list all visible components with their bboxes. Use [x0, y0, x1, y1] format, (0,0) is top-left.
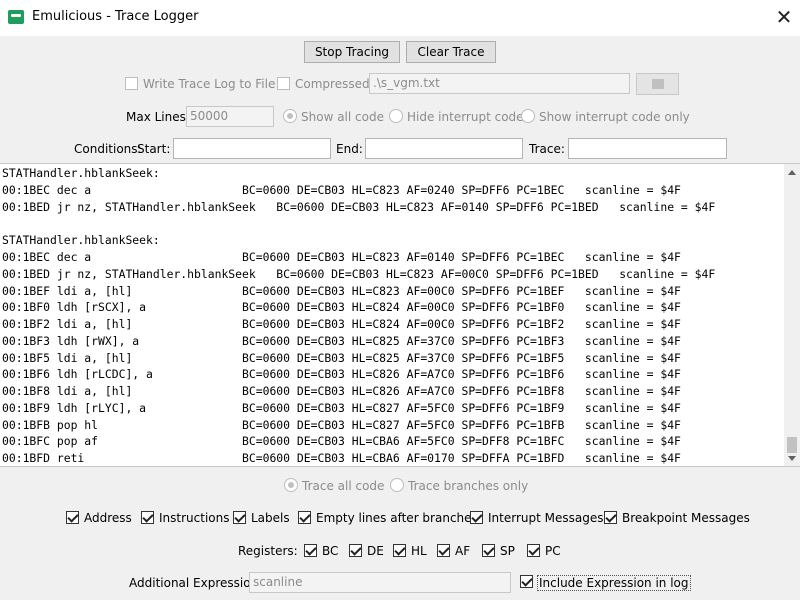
registers-label: Registers:	[238, 544, 298, 558]
browse-button[interactable]	[636, 73, 679, 95]
instructions-label: Instructions	[159, 511, 230, 525]
stop-tracing-button[interactable]: Stop Tracing	[304, 41, 400, 63]
window-title: Emulicious - Trace Logger	[32, 9, 199, 24]
log-line: 00:1BF6 ldh [rLCDC], a BC=0600 DE=CB03 H…	[2, 367, 681, 381]
register-af-checkbox[interactable]	[437, 544, 450, 557]
start-label: Start:	[137, 142, 171, 156]
register-sp-label: SP	[500, 544, 515, 558]
hide-interrupt-code-radio[interactable]	[389, 109, 403, 123]
register-af-label: AF	[455, 544, 471, 558]
show-interrupt-only-label: Show interrupt code only	[539, 110, 690, 124]
register-pc-label: PC	[545, 544, 561, 558]
address-checkbox[interactable]	[66, 511, 79, 524]
instructions-checkbox[interactable]	[141, 511, 154, 524]
log-line: 00:1BFB pop hl BC=0600 DE=CB03 HL=C827 A…	[2, 418, 681, 432]
log-line: 00:1BEF ldi a, [hl] BC=0600 DE=CB03 HL=C…	[2, 284, 681, 298]
trace-label: Trace:	[529, 142, 565, 156]
trace-all-code-label: Trace all code	[302, 479, 385, 493]
scroll-down-arrow-icon[interactable]	[788, 456, 796, 461]
end-condition-input[interactable]	[365, 138, 523, 159]
log-line: 00:1BF2 ldi a, [hl] BC=0600 DE=CB03 HL=C…	[2, 317, 681, 331]
include-expression-label: Include Expression in log	[537, 575, 691, 591]
scrollbar-thumb[interactable]	[787, 437, 797, 453]
register-hl-checkbox[interactable]	[393, 544, 406, 557]
clear-trace-button[interactable]: Clear Trace	[406, 41, 496, 63]
log-file-path-input[interactable]: .\s_vgm.txt	[369, 73, 630, 94]
max-lines-input[interactable]: 50000	[186, 106, 274, 127]
close-button[interactable]: ✕	[770, 5, 798, 31]
write-trace-log-label: Write Trace Log to File	[143, 77, 276, 91]
compressed-checkbox[interactable]	[277, 77, 290, 90]
folder-icon	[652, 79, 664, 89]
write-trace-log-checkbox[interactable]	[125, 77, 138, 90]
empty-lines-checkbox[interactable]	[298, 511, 311, 524]
end-label: End:	[336, 142, 363, 156]
trace-branches-only-radio[interactable]	[390, 478, 404, 492]
trace-branches-only-label: Trace branches only	[408, 479, 529, 493]
log-line: 00:1BEC dec a BC=0600 DE=CB03 HL=C823 AF…	[2, 183, 681, 197]
labels-label: Labels	[251, 511, 290, 525]
start-condition-input[interactable]	[173, 138, 331, 159]
log-line: 00:1BF9 ldh [rLYC], a BC=0600 DE=CB03 HL…	[2, 401, 681, 415]
log-line: STATHandler.hblankSeek:	[2, 166, 160, 180]
vertical-scrollbar[interactable]	[784, 164, 800, 466]
show-all-code-radio[interactable]	[283, 109, 297, 123]
show-all-code-label: Show all code	[301, 110, 384, 124]
register-sp-checkbox[interactable]	[482, 544, 495, 557]
register-bc-checkbox[interactable]	[304, 544, 317, 557]
log-line: 00:1BF5 ldi a, [hl] BC=0600 DE=CB03 HL=C…	[2, 351, 681, 365]
hide-interrupt-code-label: Hide interrupt code	[407, 110, 524, 124]
scroll-up-arrow-icon[interactable]	[788, 170, 796, 175]
trace-log-area[interactable]: STATHandler.hblankSeek: 00:1BEC dec a BC…	[0, 163, 800, 467]
register-hl-label: HL	[411, 544, 427, 558]
register-pc-checkbox[interactable]	[527, 544, 540, 557]
log-line: 00:1BED jr nz, STATHandler.hblankSeek BC…	[2, 267, 716, 281]
title-bar: Emulicious - Trace Logger ✕	[0, 0, 800, 36]
interrupt-messages-label: Interrupt Messages	[488, 511, 604, 525]
show-interrupt-only-radio[interactable]	[521, 109, 535, 123]
log-line: 00:1BEC dec a BC=0600 DE=CB03 HL=C823 AF…	[2, 250, 681, 264]
log-line: 00:1BFC pop af BC=0600 DE=CB03 HL=CBA6 A…	[2, 434, 681, 448]
log-line: STATHandler.hblankSeek:	[2, 233, 160, 247]
address-label: Address	[84, 511, 132, 525]
conditions-label: Conditions:	[74, 142, 142, 156]
compressed-label: Compressed	[295, 77, 370, 91]
register-bc-label: BC	[322, 544, 339, 558]
log-line: 00:1BF3 ldh [rWX], a BC=0600 DE=CB03 HL=…	[2, 334, 681, 348]
register-de-checkbox[interactable]	[349, 544, 362, 557]
log-line: 00:1BED jr nz, STATHandler.hblankSeek BC…	[2, 200, 716, 214]
max-lines-label: Max Lines:	[126, 110, 190, 124]
trace-condition-input[interactable]	[568, 138, 727, 159]
trace-all-code-radio[interactable]	[284, 478, 298, 492]
breakpoint-messages-checkbox[interactable]	[604, 511, 617, 524]
interrupt-messages-checkbox[interactable]	[470, 511, 483, 524]
register-de-label: DE	[367, 544, 384, 558]
app-icon	[8, 10, 24, 24]
empty-lines-label: Empty lines after branches	[316, 511, 478, 525]
log-line: 00:1BFD reti BC=0600 DE=CB03 HL=CBA6 AF=…	[2, 451, 681, 465]
log-line: 00:1BF8 ldi a, [hl] BC=0600 DE=CB03 HL=C…	[2, 384, 681, 398]
breakpoint-messages-label: Breakpoint Messages	[622, 511, 750, 525]
additional-expression-label: Additional Expression:	[129, 576, 263, 590]
log-line: 00:1BF0 ldh [rSCX], a BC=0600 DE=CB03 HL…	[2, 300, 681, 314]
additional-expression-input[interactable]: scanline	[249, 572, 511, 593]
include-expression-checkbox[interactable]	[520, 575, 533, 588]
labels-checkbox[interactable]	[233, 511, 246, 524]
